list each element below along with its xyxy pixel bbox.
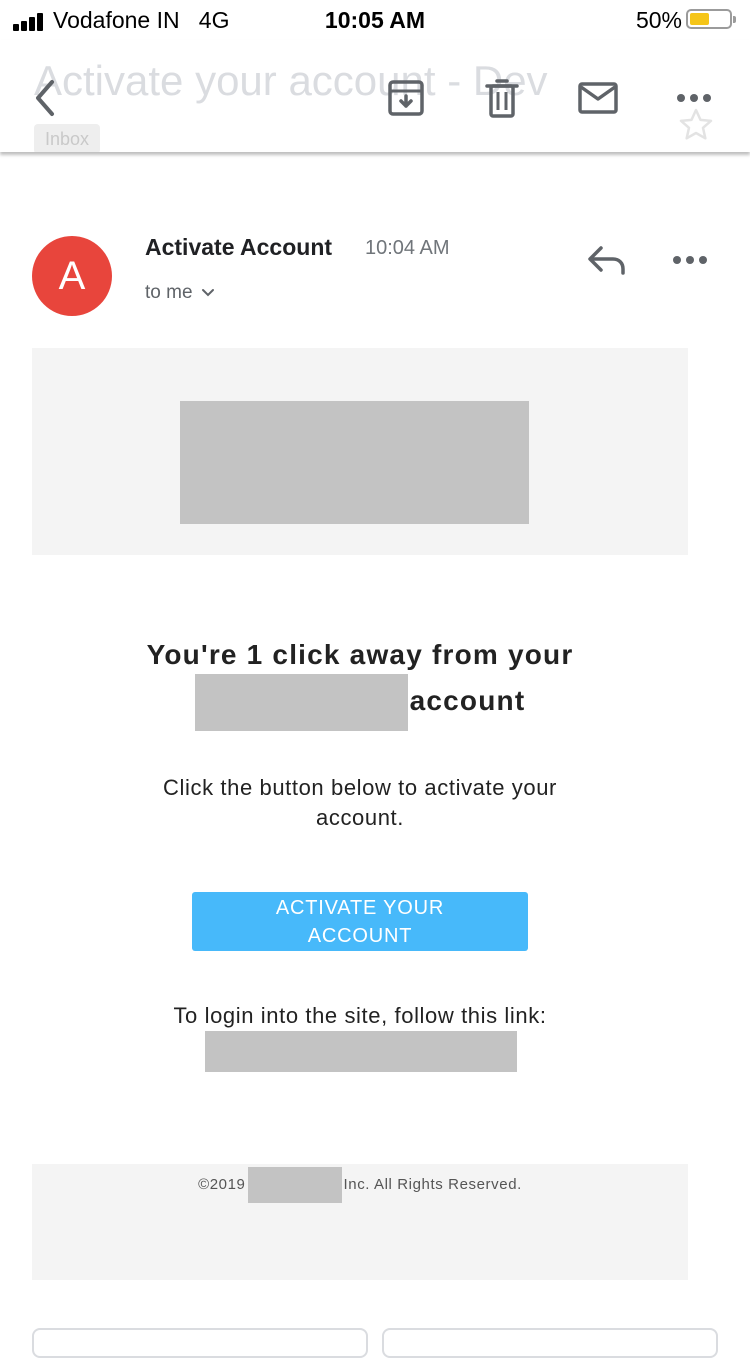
redacted-company-name xyxy=(247,1167,342,1204)
battery-icon xyxy=(686,9,736,29)
inbox-label: Inbox xyxy=(34,124,100,152)
activate-account-label: ACTIVATE YOUR ACCOUNT xyxy=(275,896,445,947)
forward-action-button[interactable] xyxy=(382,1328,718,1358)
more-horizontal-icon xyxy=(673,256,707,264)
battery-percent: 50% xyxy=(635,7,682,33)
battery-fill xyxy=(690,13,709,25)
redacted-brand-name xyxy=(194,674,408,731)
login-instruction: To login into the site, follow this link… xyxy=(173,1003,547,1028)
status-bar: Vodafone IN 4G 10:05 AM 50% xyxy=(0,0,750,40)
headline-account-word: account xyxy=(409,684,526,716)
trash-icon xyxy=(485,79,519,118)
archive-icon xyxy=(388,80,424,116)
email-headline: You're 1 click away from your account xyxy=(32,636,688,731)
headline-line-2: account xyxy=(32,674,688,731)
redacted-logo xyxy=(180,401,529,524)
email-header-banner xyxy=(32,348,688,555)
copyright-text: Inc. All Rights Reserved. xyxy=(343,1176,522,1193)
delete-button[interactable] xyxy=(478,74,526,122)
message-time: 10:04 AM xyxy=(365,237,450,259)
avatar[interactable]: A xyxy=(32,236,112,316)
back-button[interactable] xyxy=(20,74,68,122)
message-more-button[interactable] xyxy=(672,244,716,276)
email-footer: ©2019 Inc. All Rights Reserved. xyxy=(32,1164,688,1280)
subject-title: Activate your account - Dev xyxy=(34,57,548,104)
copyright-line: ©2019 Inc. All Rights Reserved. xyxy=(32,1167,688,1204)
mail-icon xyxy=(578,82,618,114)
redacted-login-link[interactable] xyxy=(205,1031,517,1072)
recipient-toggle[interactable]: to me xyxy=(145,282,215,304)
sender-name[interactable]: Activate Account xyxy=(145,234,332,261)
more-horizontal-icon xyxy=(677,94,711,102)
chevron-down-icon xyxy=(201,289,214,297)
message-toolbar: Activate your account - Dev Inbox xyxy=(0,40,750,152)
activate-account-button[interactable]: ACTIVATE YOUR ACCOUNT xyxy=(192,892,528,951)
chevron-left-icon xyxy=(36,80,54,116)
toolbar-more-button[interactable] xyxy=(670,74,718,122)
email-intro-text: Click the button below to activate your … xyxy=(163,775,557,830)
archive-button[interactable] xyxy=(382,74,430,122)
reply-icon xyxy=(588,246,625,275)
recipient-label: to me xyxy=(145,282,193,303)
copyright-year: ©2019 xyxy=(198,1176,246,1193)
reply-action-button[interactable] xyxy=(32,1328,368,1358)
headline-line-1: You're 1 click away from your xyxy=(146,639,574,670)
reply-button[interactable] xyxy=(583,238,631,282)
mark-unread-button[interactable] xyxy=(574,74,622,122)
